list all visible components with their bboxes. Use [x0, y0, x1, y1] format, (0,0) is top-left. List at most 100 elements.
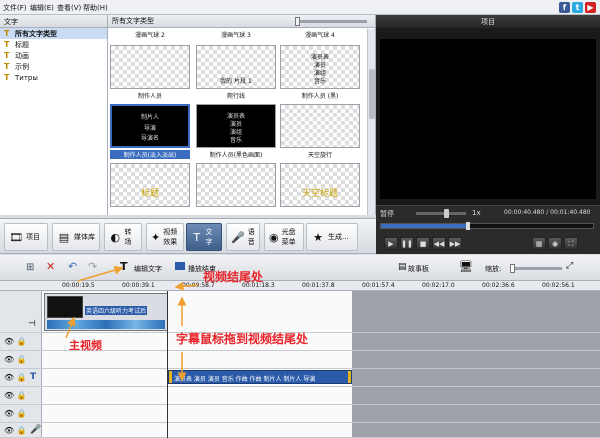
tile-thumbnail: 制片人 导演 导演名: [110, 104, 190, 148]
snapshot-icon[interactable]: ▦: [532, 237, 546, 250]
toolbar-button-5[interactable]: T 文字: [186, 223, 222, 251]
toolbar-button-2[interactable]: ▤ 媒体库: [52, 223, 100, 251]
gallery-tile[interactable]: 演员表 演员 演组 音乐制作人员 (黑): [280, 45, 360, 103]
tile-caption: 漫画气球 4: [305, 32, 335, 39]
volume-slider[interactable]: [416, 209, 466, 218]
overlay-track: 👁 🔒: [0, 387, 600, 405]
toolbar-button-label: 转场: [124, 228, 132, 246]
youtube-icon[interactable]: ▶: [585, 2, 596, 13]
gallery-tile[interactable]: 漫画气球 3: [196, 29, 276, 41]
gallery-tile[interactable]: 漫画气球 4: [280, 29, 360, 41]
facebook-icon[interactable]: f: [559, 2, 570, 13]
toolbar-button-4[interactable]: ✦ 视频效果: [146, 223, 184, 251]
fit-timeline-icon[interactable]: ⤢: [566, 261, 573, 271]
drag-hint-annotation: 字幕鼠标拖到视频结尾处: [176, 332, 309, 346]
edit-text-icon[interactable]: T: [120, 260, 128, 273]
gallery-tile[interactable]: 制作人员: [110, 45, 190, 103]
tree-item-label: Титры: [15, 73, 38, 82]
monitor-icon[interactable]: 🖥: [459, 260, 473, 273]
playhead[interactable]: [167, 291, 168, 438]
toolbar-button-label: 视频效果: [163, 228, 178, 246]
gallery-tile[interactable]: 漫画气球 2: [110, 29, 190, 41]
stop-button[interactable]: ■: [416, 237, 430, 250]
toolbar-button-label: 光盘菜单: [281, 228, 296, 246]
edit-text-button[interactable]: 编辑文字: [134, 264, 162, 274]
timeline-toolbar: ⊞ ✕ ↶ ↷ T 编辑文字 播放结束 ▤ 故事板 🖥 缩放: ⤢: [0, 255, 600, 281]
timeline-ruler: 00:00:19.5 00:00:39.1 00:00:58.7 00:01:18.3…: [0, 281, 600, 291]
previous-frame-button[interactable]: ◀◀: [432, 237, 446, 250]
twitter-icon[interactable]: t: [572, 2, 583, 13]
tile-caption: 制作人员(黑色画面): [209, 152, 263, 159]
gallery-tile[interactable]: 我的 片段 1 爬行线: [196, 45, 276, 103]
storyboard-button[interactable]: 故事板: [408, 264, 429, 274]
tile-caption: 制作人员: [137, 93, 162, 100]
gallery-tile[interactable]: 天空旋行: [280, 104, 360, 162]
gallery-tile[interactable]: 演员表 演员 演组 音乐制作人员(黑色画面): [196, 104, 276, 162]
tree-item[interactable]: T 标题: [0, 39, 107, 50]
menu-file[interactable]: 文件(F): [3, 3, 27, 13]
gallery-tile[interactable]: 天空标题: [280, 163, 360, 215]
ruler-tick-label: 00:02:36.6: [482, 282, 515, 289]
toolbar-button-1[interactable]: 🎞 项目: [4, 223, 48, 251]
tile-text-line: 音乐: [313, 78, 326, 85]
tile-thumbnail: 标题: [110, 163, 190, 207]
tile-thumbnail: 演员表 演员 演组 音乐: [280, 45, 360, 89]
video-track: ⊣ 英语四六级听力考试后: [0, 291, 600, 333]
tile-caption: 制作人员 (黑): [301, 93, 339, 100]
library-icon: ▤: [58, 230, 70, 244]
menu-help[interactable]: 帮助(H): [83, 3, 108, 13]
storyboard-icon: ▤: [398, 262, 407, 272]
tree-item[interactable]: T 所有文字类型: [0, 28, 107, 39]
gallery-scrollbar[interactable]: [367, 29, 375, 215]
tree-item-label: 标题: [15, 40, 29, 49]
ruler-tick-label: 00:01:37.8: [302, 282, 335, 289]
gallery-tile[interactable]: 标题: [110, 163, 190, 215]
toolbar-button-7[interactable]: ◉ 光盘菜单: [264, 223, 304, 251]
tile-thumbnail: 演员表 演员 演组 音乐: [196, 104, 276, 148]
subtitle-clip[interactable]: 演员表 演员 演员 音乐 作曲 作曲 制片人 制片人 导演: [168, 370, 352, 384]
ruler-tick-label: 00:02:17.0: [422, 282, 455, 289]
tree-header: 文字: [0, 15, 107, 28]
delete-icon[interactable]: ✕: [46, 260, 55, 273]
text-type-icon: T: [4, 50, 10, 60]
toolbar-button-8[interactable]: ★ 生成...: [306, 223, 358, 251]
split-icon[interactable]: ⊞: [26, 262, 34, 273]
thumbnail-size-slider[interactable]: [295, 16, 367, 26]
preview-panel: 项目: [376, 15, 600, 220]
next-frame-button[interactable]: ▶▶: [448, 237, 462, 250]
gallery-tile[interactable]: [196, 163, 276, 215]
tree-item[interactable]: T 示例: [0, 61, 107, 72]
pause-button[interactable]: ❚❚: [400, 237, 414, 250]
menu-view[interactable]: 查看(V): [57, 3, 81, 13]
toolbar-button-6[interactable]: 🎤 语音: [226, 223, 260, 251]
toolbar-button-label: 媒体库: [74, 233, 95, 241]
undo-icon[interactable]: ↶: [68, 260, 77, 273]
toolbar-button-3[interactable]: ◐ 转场: [104, 223, 142, 251]
menu-edit[interactable]: 编辑(E): [30, 3, 54, 13]
tile-thumbnail: 我的 片段 1: [196, 45, 276, 89]
tree-item[interactable]: T 动画: [0, 50, 107, 61]
play-button[interactable]: ▶: [384, 237, 398, 250]
timeline-tracks: ⊣ 英语四六级听力考试后 👁 🔒 👁 🔒 👁 🔒 T 演员表 演员 演员 音乐 作…: [0, 291, 600, 438]
ruler-tick-label: 00:00:39.1: [122, 282, 155, 289]
video-track-header: ⊣: [0, 291, 42, 332]
playback-state: 暂停: [380, 210, 394, 218]
voice-icon: 🎤: [231, 230, 245, 244]
tile-text-line: 标题: [140, 189, 159, 199]
main-video-clip[interactable]: 英语四六级听力考试后: [44, 293, 168, 331]
ruler-tick-label: 00:01:57.4: [362, 282, 395, 289]
playback-icon: [175, 262, 185, 270]
tree-item[interactable]: T Титры: [0, 72, 107, 83]
preview-screen: [380, 39, 596, 199]
fullscreen-icon[interactable]: ⛶: [564, 237, 578, 250]
zoom-slider[interactable]: [510, 264, 562, 273]
playback-controls: 暂停 1x 00:00:40.480 / 00:01:40.480 ▶ ❚❚ ■…: [376, 205, 600, 254]
text-track: 👁 🔒 T 演员表 演员 演员 音乐 作曲 作曲 制片人 制片人 导演: [0, 369, 600, 387]
camera-icon[interactable]: ◉: [548, 237, 562, 250]
tree-item-label: 动画: [15, 51, 29, 60]
zoom-label: 缩放:: [485, 265, 502, 273]
seek-bar[interactable]: [380, 222, 594, 230]
redo-icon[interactable]: ↷: [88, 260, 97, 273]
tile-caption: 漫画气球 2: [135, 32, 165, 39]
gallery-tile[interactable]: 制片人 导演 导演名 制作人员(淡入淡出): [110, 104, 190, 162]
